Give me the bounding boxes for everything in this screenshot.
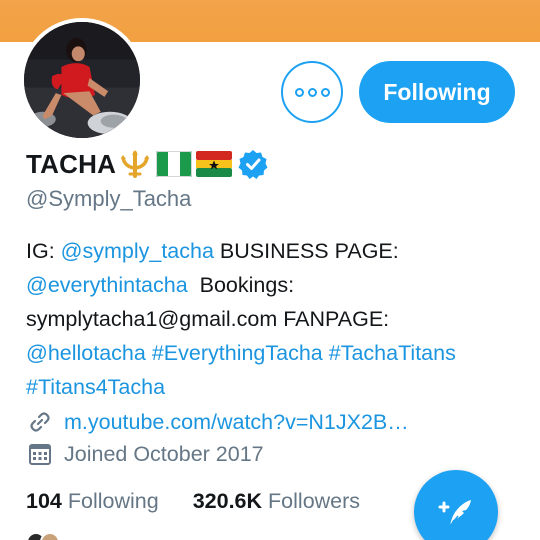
- trident-emoji-icon: [121, 150, 150, 178]
- follow-stats: 104 Following 320.6K Followers: [26, 489, 394, 514]
- mention-link[interactable]: @everythintacha: [26, 273, 188, 297]
- profile-avatar[interactable]: [20, 18, 144, 142]
- bio-text: Bookings:: [187, 273, 295, 297]
- bio-line: @hellotacha #EverythingTacha #TachaTitan…: [26, 336, 526, 370]
- hashtag-link[interactable]: #EverythingTacha: [152, 341, 323, 365]
- joined-date: Joined October 2017: [64, 441, 264, 466]
- bio-text: IG:: [26, 239, 61, 263]
- mention-link[interactable]: @hellotacha: [26, 341, 146, 365]
- following-count: 104: [26, 489, 62, 513]
- ghana-flag-icon: [196, 151, 233, 177]
- following-label: Following: [67, 489, 159, 513]
- more-options-dot: [307, 87, 317, 97]
- follower-avatar: [40, 532, 60, 540]
- following-stat[interactable]: 104 Following: [26, 489, 159, 514]
- display-name: TACHA: [26, 148, 117, 179]
- link-icon: [26, 408, 54, 436]
- followers-count: 320.6K: [192, 489, 263, 513]
- hashtag-link[interactable]: #TachaTitans: [329, 341, 456, 365]
- nigeria-flag-icon: [156, 151, 193, 177]
- avatar-photo: [24, 22, 140, 138]
- profile-bio: IG: @symply_tacha BUSINESS PAGE: @everyt…: [26, 234, 526, 404]
- more-options-icon: [294, 87, 304, 97]
- calendar-icon: [26, 440, 54, 468]
- bio-line: #Titans4Tacha: [26, 370, 526, 404]
- more-options-dot: [320, 87, 330, 97]
- name-row: TACHA: [26, 146, 268, 182]
- user-handle: @Symply_Tacha: [26, 186, 192, 211]
- more-options-button[interactable]: [281, 61, 343, 123]
- joined-row: Joined October 2017: [26, 440, 264, 468]
- name-emojis: [118, 150, 236, 178]
- hashtag-link[interactable]: #Titans4Tacha: [26, 375, 165, 399]
- following-button[interactable]: Following: [359, 61, 515, 123]
- website-row: m.youtube.com/watch?v=N1JX2B…: [26, 408, 409, 436]
- followers-you-know-avatars[interactable]: [26, 532, 66, 540]
- compose-tweet-button[interactable]: [414, 470, 498, 540]
- verified-badge-icon: [238, 150, 268, 179]
- bio-line: @everythintacha Bookings:: [26, 268, 526, 302]
- followers-label: Followers: [268, 489, 361, 513]
- mention-link[interactable]: @symply_tacha: [61, 239, 214, 263]
- compose-tweet-icon: [438, 500, 471, 527]
- bio-line: symplytacha1@gmail.com FANPAGE:: [26, 307, 390, 331]
- bio-text: BUSINESS PAGE:: [213, 239, 399, 263]
- bio-line: IG: @symply_tacha BUSINESS PAGE:: [26, 234, 526, 268]
- followers-stat[interactable]: 320.6K Followers: [193, 489, 360, 514]
- website-link[interactable]: m.youtube.com/watch?v=N1JX2B…: [64, 410, 409, 435]
